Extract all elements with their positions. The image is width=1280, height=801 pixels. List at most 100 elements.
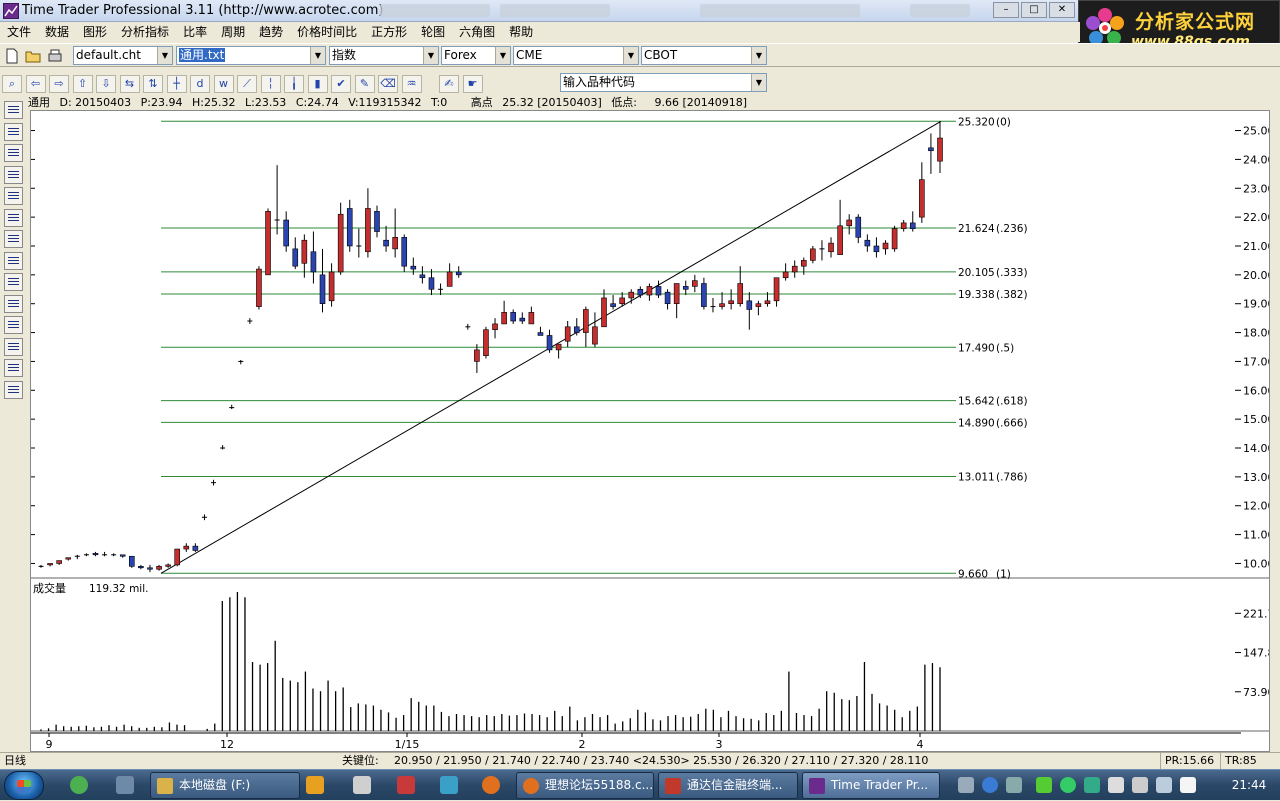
menu-item-9[interactable]: 轮图 bbox=[414, 22, 452, 42]
pen-icon[interactable]: ✎ bbox=[354, 75, 375, 93]
projection-icon[interactable] bbox=[4, 359, 23, 377]
data-file-select[interactable]: 通用.txt ▼ bbox=[176, 46, 326, 65]
print-icon[interactable] bbox=[46, 47, 64, 65]
step-icon[interactable]: ⇆ bbox=[119, 75, 140, 93]
candle-icon[interactable]: ▮ bbox=[307, 75, 328, 93]
candle-body bbox=[319, 274, 326, 305]
trend-icon[interactable] bbox=[4, 273, 23, 291]
maximize-button[interactable]: □ bbox=[1021, 2, 1047, 18]
new-file-icon[interactable] bbox=[3, 47, 21, 65]
media-icon[interactable] bbox=[306, 776, 324, 794]
step2-icon[interactable]: ⇅ bbox=[143, 75, 163, 93]
browser-icon[interactable] bbox=[70, 776, 88, 794]
symbol-input[interactable]: 输入品种代码 ▼ bbox=[560, 73, 767, 92]
task-tdx[interactable]: 通达信金融终端... bbox=[658, 772, 798, 799]
check-icon[interactable]: ✔ bbox=[331, 75, 351, 93]
crosshair-icon[interactable]: ┼ bbox=[166, 75, 187, 93]
close-button[interactable]: ✕ bbox=[1049, 2, 1075, 18]
cycle-lines-icon[interactable] bbox=[4, 208, 23, 227]
signal-icon[interactable] bbox=[1180, 777, 1196, 793]
network-icon[interactable] bbox=[1006, 777, 1022, 793]
arrow-right-icon[interactable]: ⇨ bbox=[49, 75, 69, 93]
angle-icon[interactable] bbox=[4, 294, 23, 313]
price-axis-label: 17.00 bbox=[1243, 355, 1269, 368]
chevron-down-icon[interactable]: ▼ bbox=[751, 74, 766, 91]
time-zones-icon[interactable] bbox=[4, 230, 23, 248]
pointer-icon[interactable] bbox=[1036, 777, 1052, 793]
menu-item-4[interactable]: 比率 bbox=[176, 22, 214, 42]
task-time-trader[interactable]: Time Trader Pr... bbox=[802, 772, 940, 799]
fib-extension-icon[interactable] bbox=[4, 122, 23, 141]
chevron-down-icon[interactable]: ▼ bbox=[157, 47, 172, 64]
monitor-icon[interactable] bbox=[1132, 777, 1148, 793]
chart-file-select[interactable]: default.cht ▼ bbox=[73, 46, 173, 65]
add-icon[interactable] bbox=[1060, 777, 1076, 793]
fib-retracement-icon[interactable] bbox=[4, 101, 23, 119]
d-icon[interactable]: d bbox=[190, 75, 210, 93]
exchange2-select[interactable]: CBOT ▼ bbox=[641, 46, 767, 65]
fib-fan-icon[interactable] bbox=[4, 144, 23, 162]
firefox-icon[interactable] bbox=[482, 776, 500, 794]
open-folder-icon[interactable] bbox=[24, 47, 42, 65]
arrow-up-icon[interactable]: ⇧ bbox=[72, 75, 93, 93]
bar2-icon[interactable]: ╽ bbox=[284, 75, 304, 93]
calendar-icon[interactable] bbox=[4, 380, 23, 399]
zoom-icon[interactable]: ⌕ bbox=[2, 75, 22, 93]
w-icon[interactable]: w bbox=[213, 75, 234, 93]
task-file-explorer[interactable]: 本地磁盘 (F:) bbox=[150, 772, 300, 799]
candle-body bbox=[773, 277, 780, 302]
app-icon-3[interactable] bbox=[440, 776, 458, 794]
index-select[interactable]: 指数 ▼ bbox=[329, 46, 439, 65]
app-icon-2[interactable] bbox=[397, 776, 415, 794]
fib-arc-icon[interactable] bbox=[4, 165, 23, 184]
minimize-button[interactable]: – bbox=[993, 2, 1019, 18]
menu-item-1[interactable]: 数据 bbox=[38, 22, 76, 42]
grid-lines-icon[interactable] bbox=[4, 251, 23, 270]
device-icon[interactable] bbox=[1108, 777, 1124, 793]
chevron-down-icon[interactable]: ▼ bbox=[495, 47, 510, 64]
menu-item-10[interactable]: 六角图 bbox=[452, 22, 502, 42]
fib-level-ratio: (.666) bbox=[996, 417, 1028, 429]
chevron-down-icon[interactable]: ▼ bbox=[751, 47, 766, 64]
menu-item-6[interactable]: 趋势 bbox=[252, 22, 290, 42]
menu-item-11[interactable]: 帮助 bbox=[502, 22, 540, 42]
menu-item-3[interactable]: 分析指标 bbox=[114, 22, 176, 42]
candle-body bbox=[555, 343, 562, 351]
paint-icon[interactable]: ✍ bbox=[439, 75, 459, 93]
bar-icon[interactable]: ╎ bbox=[260, 75, 281, 93]
box-icon[interactable] bbox=[4, 337, 23, 356]
chevron-down-icon[interactable]: ▼ bbox=[423, 47, 438, 64]
speaker-icon[interactable] bbox=[1156, 777, 1172, 793]
arrow-down-icon[interactable]: ⇩ bbox=[96, 75, 116, 93]
fib-level-value: 19.338 bbox=[958, 289, 995, 301]
app-icon-1[interactable] bbox=[353, 776, 371, 794]
candle-body bbox=[810, 248, 816, 261]
market-select[interactable]: Forex ▼ bbox=[441, 46, 511, 65]
menu-item-8[interactable]: 正方形 bbox=[364, 22, 414, 42]
chevron-down-icon[interactable]: ▼ bbox=[623, 47, 638, 64]
chart-area[interactable]: 25.00 24.00 23.00 22.00 21.00 20.00 19.00 18.00… bbox=[30, 110, 1280, 752]
keyboard-icon[interactable] bbox=[958, 777, 974, 793]
line-icon[interactable]: ⟋ bbox=[237, 75, 257, 93]
task-forum[interactable]: 理想论坛55188.c... bbox=[516, 772, 654, 799]
chevron-down-icon[interactable]: ▼ bbox=[310, 47, 325, 64]
menu-item-5[interactable]: 周期 bbox=[214, 22, 252, 42]
pointer-icon[interactable]: ☛ bbox=[462, 75, 483, 93]
desktop-icon[interactable] bbox=[116, 776, 134, 794]
start-button[interactable] bbox=[4, 771, 44, 800]
brush-icon[interactable]: ♒ bbox=[401, 75, 422, 93]
window-controls: – □ ✕ bbox=[993, 2, 1075, 18]
menu-item-0[interactable]: 文件 bbox=[0, 22, 38, 42]
menu-item-7[interactable]: 价格时间比 bbox=[290, 22, 364, 42]
candle-body bbox=[755, 303, 762, 307]
channel-icon[interactable] bbox=[4, 316, 23, 334]
eraser-icon[interactable]: ⌫ bbox=[378, 75, 398, 93]
menu-item-2[interactable]: 图形 bbox=[76, 22, 114, 42]
shield-icon[interactable] bbox=[1084, 777, 1100, 793]
fib-level-value: 17.490 bbox=[958, 342, 995, 354]
gann-lines-icon[interactable] bbox=[4, 187, 23, 205]
exchange-select[interactable]: CME ▼ bbox=[513, 46, 639, 65]
arrow-left-icon[interactable]: ⇦ bbox=[25, 75, 46, 93]
help-icon[interactable] bbox=[982, 777, 998, 793]
price-chart[interactable]: 25.00 24.00 23.00 22.00 21.00 20.00 19.00 18.00… bbox=[31, 111, 1280, 751]
